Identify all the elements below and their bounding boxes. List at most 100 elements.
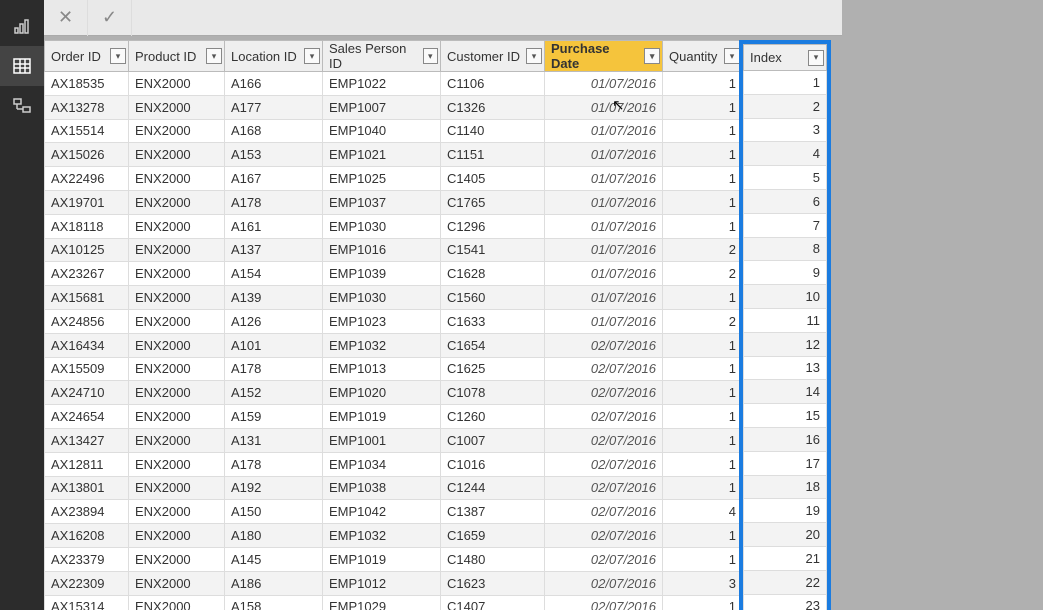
column-header-index[interactable]: Index ▾: [744, 45, 827, 71]
table-row[interactable]: AX18535ENX2000A166EMP1022C110601/07/2016…: [45, 72, 743, 96]
table-row[interactable]: 8: [744, 237, 827, 261]
cell-customer: C1078: [441, 381, 545, 405]
cell-sales: EMP1037: [323, 190, 441, 214]
table-row[interactable]: AX24710ENX2000A152EMP1020C107802/07/2016…: [45, 381, 743, 405]
table-row[interactable]: 1: [744, 71, 827, 95]
cell-order: AX13278: [45, 95, 129, 119]
formula-input[interactable]: [132, 0, 842, 35]
table-row[interactable]: AX16434ENX2000A101EMP1032C165402/07/2016…: [45, 333, 743, 357]
cell-customer: C1541: [441, 238, 545, 262]
column-label: Product ID: [135, 49, 196, 64]
table-row[interactable]: AX13801ENX2000A192EMP1038C124402/07/2016…: [45, 476, 743, 500]
table-row[interactable]: 23: [744, 594, 827, 610]
table-row[interactable]: 15: [744, 404, 827, 428]
table-row[interactable]: 11: [744, 308, 827, 332]
table-row[interactable]: 14: [744, 380, 827, 404]
table-row[interactable]: 2: [744, 94, 827, 118]
table-row[interactable]: 7: [744, 213, 827, 237]
table-row[interactable]: AX18118ENX2000A161EMP1030C129601/07/2016…: [45, 214, 743, 238]
filter-dropdown-icon[interactable]: ▾: [206, 48, 222, 64]
cell-index: 21: [744, 546, 827, 570]
table-row[interactable]: AX24654ENX2000A159EMP1019C126002/07/2016…: [45, 405, 743, 429]
column-header-product[interactable]: Product ID ▾: [129, 41, 225, 72]
table-row[interactable]: 22: [744, 570, 827, 594]
cell-order: AX23894: [45, 500, 129, 524]
cell-index: 18: [744, 475, 827, 499]
table-row[interactable]: 18: [744, 475, 827, 499]
cell-date: 02/07/2016: [545, 500, 663, 524]
data-view-icon[interactable]: [0, 46, 44, 86]
filter-dropdown-icon[interactable]: ▾: [423, 48, 438, 64]
table-row[interactable]: 12: [744, 332, 827, 356]
filter-dropdown-icon[interactable]: ▾: [644, 48, 660, 64]
cell-location: A159: [225, 405, 323, 429]
cell-order: AX24856: [45, 309, 129, 333]
table-row[interactable]: AX15314ENX2000A158EMP1029C140702/07/2016…: [45, 595, 743, 610]
formula-confirm-button[interactable]: ✓: [88, 0, 132, 36]
cell-order: AX15514: [45, 119, 129, 143]
table-row[interactable]: AX13278ENX2000A177EMP1007C132601/07/2016…: [45, 95, 743, 119]
cell-date: 01/07/2016: [545, 143, 663, 167]
cell-location: A158: [225, 595, 323, 610]
table-row[interactable]: 4: [744, 142, 827, 166]
cell-product: ENX2000: [129, 476, 225, 500]
table-row[interactable]: AX10125ENX2000A137EMP1016C154101/07/2016…: [45, 238, 743, 262]
cell-index: 22: [744, 570, 827, 594]
data-table[interactable]: Order ID▾Product ID▾Location ID▾Sales Pe…: [44, 40, 743, 610]
table-row[interactable]: AX19701ENX2000A178EMP1037C176501/07/2016…: [45, 190, 743, 214]
column-header-qty[interactable]: Quantity▾: [663, 41, 743, 72]
table-row[interactable]: AX12811ENX2000A178EMP1034C101602/07/2016…: [45, 452, 743, 476]
table-row[interactable]: 3: [744, 118, 827, 142]
table-row[interactable]: 13: [744, 356, 827, 380]
column-header-location[interactable]: Location ID▾: [225, 41, 323, 72]
column-header-sales[interactable]: Sales Person ID▾: [323, 41, 441, 72]
filter-dropdown-icon[interactable]: ▾: [304, 48, 320, 64]
cell-product: ENX2000: [129, 167, 225, 191]
cell-location: A166: [225, 72, 323, 96]
table-row[interactable]: 19: [744, 499, 827, 523]
filter-dropdown-icon[interactable]: ▾: [724, 48, 740, 64]
table-row[interactable]: 5: [744, 166, 827, 190]
cell-customer: C1007: [441, 428, 545, 452]
table-row[interactable]: 16: [744, 427, 827, 451]
table-row[interactable]: 6: [744, 189, 827, 213]
cell-index: 12: [744, 332, 827, 356]
cell-customer: C1140: [441, 119, 545, 143]
cell-product: ENX2000: [129, 214, 225, 238]
cell-index: 4: [744, 142, 827, 166]
table-row[interactable]: AX24856ENX2000A126EMP1023C163301/07/2016…: [45, 309, 743, 333]
table-row[interactable]: AX23379ENX2000A145EMP1019C148002/07/2016…: [45, 547, 743, 571]
table-row[interactable]: 20: [744, 523, 827, 547]
table-row[interactable]: AX16208ENX2000A180EMP1032C165902/07/2016…: [45, 524, 743, 548]
table-row[interactable]: AX15026ENX2000A153EMP1021C115101/07/2016…: [45, 143, 743, 167]
cell-date: 01/07/2016: [545, 190, 663, 214]
table-row[interactable]: AX23894ENX2000A150EMP1042C138702/07/2016…: [45, 500, 743, 524]
table-row[interactable]: 9: [744, 261, 827, 285]
table-row[interactable]: 17: [744, 451, 827, 475]
table-row[interactable]: AX22496ENX2000A167EMP1025C140501/07/2016…: [45, 167, 743, 191]
cell-order: AX12811: [45, 452, 129, 476]
view-rail: [0, 0, 44, 610]
table-row[interactable]: 10: [744, 285, 827, 309]
table-row[interactable]: AX15509ENX2000A178EMP1013C162502/07/2016…: [45, 357, 743, 381]
table-row[interactable]: AX13427ENX2000A131EMP1001C100702/07/2016…: [45, 428, 743, 452]
filter-dropdown-icon[interactable]: ▾: [110, 48, 126, 64]
cell-date: 02/07/2016: [545, 333, 663, 357]
filter-dropdown-icon[interactable]: ▾: [808, 50, 824, 66]
table-row[interactable]: 21: [744, 546, 827, 570]
cell-qty: 2: [663, 262, 743, 286]
column-header-customer[interactable]: Customer ID▾: [441, 41, 545, 72]
column-header-date[interactable]: Purchase Date▾: [545, 41, 663, 72]
cell-product: ENX2000: [129, 595, 225, 610]
table-row[interactable]: AX23267ENX2000A154EMP1039C162801/07/2016…: [45, 262, 743, 286]
cell-product: ENX2000: [129, 357, 225, 381]
column-header-order[interactable]: Order ID▾: [45, 41, 129, 72]
model-view-icon[interactable]: [0, 86, 44, 126]
formula-cancel-button[interactable]: ✕: [44, 0, 88, 36]
table-row[interactable]: AX15514ENX2000A168EMP1040C114001/07/2016…: [45, 119, 743, 143]
table-row[interactable]: AX22309ENX2000A186EMP1012C162302/07/2016…: [45, 571, 743, 595]
column-label: Index: [750, 50, 782, 65]
filter-dropdown-icon[interactable]: ▾: [526, 48, 542, 64]
table-row[interactable]: AX15681ENX2000A139EMP1030C156001/07/2016…: [45, 286, 743, 310]
report-view-icon[interactable]: [0, 6, 44, 46]
